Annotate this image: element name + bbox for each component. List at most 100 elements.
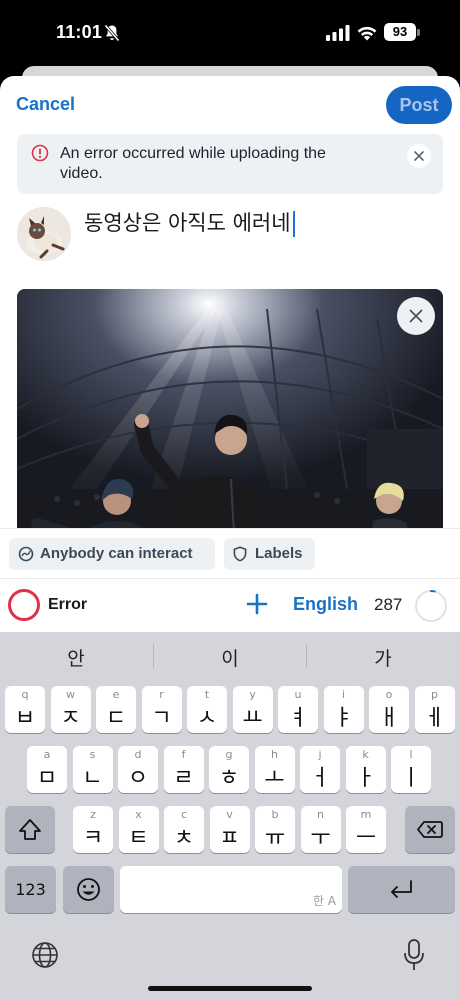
- key-label: ㅇ: [127, 766, 149, 791]
- key-label: ㅂ: [14, 706, 36, 731]
- language-selector[interactable]: English: [293, 594, 358, 615]
- key-j[interactable]: jㅓ: [300, 746, 340, 793]
- key-u[interactable]: uㅕ: [278, 686, 318, 733]
- status-bar: 11:01 93: [0, 0, 460, 66]
- labels-label: Labels: [255, 545, 303, 562]
- bell-off-icon: [104, 24, 120, 42]
- key-o[interactable]: oㅐ: [369, 686, 409, 733]
- backspace-key[interactable]: [405, 806, 455, 853]
- key-g[interactable]: gㅎ: [209, 746, 249, 793]
- return-icon: [391, 880, 412, 898]
- error-message: An error occurred while uploading the vi…: [60, 145, 326, 182]
- key-s[interactable]: sㄴ: [72, 746, 113, 793]
- interaction-settings-label: Anybody can interact: [40, 545, 193, 562]
- key-label: ㅎ: [218, 766, 240, 791]
- backspace-icon: [417, 821, 443, 838]
- post-text-input[interactable]: 동영상은 아직도 에러네: [84, 207, 295, 239]
- add-thread-post-button[interactable]: [244, 591, 270, 617]
- alert-circle-icon: [31, 144, 49, 162]
- key-label: ㅠ: [264, 826, 286, 851]
- key-p[interactable]: pㅔ: [414, 686, 455, 733]
- key-w[interactable]: wㅈ: [50, 686, 91, 733]
- post-button[interactable]: Post: [386, 86, 452, 124]
- error-status-icon: [8, 589, 40, 621]
- remove-media-button[interactable]: [397, 297, 435, 335]
- key-label: ㅅ: [196, 706, 218, 731]
- key-q[interactable]: qㅂ: [5, 686, 45, 733]
- space-key-hint: 한 A: [312, 894, 336, 908]
- space-key[interactable]: 한 A: [120, 866, 342, 913]
- key-h[interactable]: hㅗ: [254, 746, 295, 793]
- home-indicator: [148, 986, 312, 991]
- key-z[interactable]: zㅋ: [73, 806, 113, 853]
- key-label: ㅓ: [309, 766, 331, 791]
- text-caret: [292, 211, 295, 237]
- key-label: ㅡ: [355, 826, 377, 851]
- microphone-icon[interactable]: [402, 938, 426, 972]
- key-label: ㅣ: [400, 766, 422, 791]
- dismiss-error-button[interactable]: [407, 144, 431, 168]
- wifi-icon: [357, 26, 377, 41]
- shift-key[interactable]: [5, 806, 55, 853]
- key-label: ㅗ: [264, 766, 285, 791]
- shift-icon: [19, 819, 41, 840]
- key-label: ㅜ: [310, 826, 331, 851]
- compose-toolbar: Error English 287: [0, 578, 460, 632]
- status-time: 11:01: [56, 22, 103, 42]
- key-m[interactable]: mㅡ: [346, 806, 386, 853]
- numbers-key[interactable]: 123: [5, 866, 56, 913]
- key-label: ㄷ: [105, 706, 127, 731]
- key-l[interactable]: lㅣ: [391, 746, 431, 793]
- error-status-label: Error: [48, 596, 88, 613]
- key-n[interactable]: nㅜ: [300, 806, 341, 853]
- suggestion-3[interactable]: 가: [307, 644, 459, 671]
- key-c[interactable]: cㅊ: [164, 806, 204, 853]
- globe-gear-icon: [18, 546, 34, 562]
- key-r[interactable]: rㄱ: [141, 686, 182, 733]
- close-icon: [414, 151, 424, 161]
- key-y[interactable]: yㅛ: [232, 686, 273, 733]
- keyboard: 안 이 가 qㅂwㅈeㄷrㄱtㅅyㅛuㅕiㅑoㅐpㅔ aㅁsㄴdㅇfㄹgㅎhㅗjㅓ…: [0, 632, 460, 1000]
- error-banner: An error occurred while uploading the vi…: [17, 134, 443, 194]
- key-k[interactable]: kㅏ: [345, 746, 386, 793]
- key-label: ㅕ: [287, 706, 309, 731]
- shield-icon: [233, 546, 247, 562]
- key-label: ㄴ: [82, 766, 103, 791]
- post-text-value: 동영상은 아직도 에러네: [84, 211, 291, 235]
- key-x[interactable]: xㅌ: [118, 806, 159, 853]
- compose-sheet: Cancel Post An error occurred while uplo…: [0, 76, 460, 632]
- labels-button[interactable]: Labels: [224, 538, 315, 570]
- interaction-settings-button[interactable]: Anybody can interact: [9, 538, 215, 570]
- cellular-signal-icon: [326, 25, 350, 41]
- key-a[interactable]: aㅁ: [27, 746, 67, 793]
- key-label: ㅈ: [60, 706, 81, 731]
- remaining-character-count: 287: [374, 595, 403, 614]
- key-t[interactable]: tㅅ: [187, 686, 227, 733]
- key-v[interactable]: vㅍ: [209, 806, 250, 853]
- avatar[interactable]: [17, 207, 71, 261]
- key-label: ㅌ: [128, 826, 149, 851]
- return-key[interactable]: [348, 866, 455, 913]
- key-label: ㅔ: [424, 706, 445, 731]
- key-label: ㅊ: [173, 826, 195, 851]
- character-progress-ring: [415, 590, 447, 622]
- key-b[interactable]: bㅠ: [255, 806, 295, 853]
- key-label: ㅋ: [82, 826, 104, 851]
- battery-tip: [417, 29, 420, 36]
- battery-level: 93: [384, 23, 416, 41]
- key-i[interactable]: iㅑ: [323, 686, 364, 733]
- key-e[interactable]: eㄷ: [96, 686, 136, 733]
- suggestion-2[interactable]: 이: [154, 644, 306, 671]
- key-f[interactable]: fㄹ: [163, 746, 204, 793]
- key-label: ㄹ: [173, 766, 194, 791]
- globe-icon[interactable]: [30, 940, 60, 970]
- key-label: ㅁ: [36, 766, 58, 791]
- key-label: ㅏ: [355, 766, 376, 791]
- cancel-button[interactable]: Cancel: [16, 94, 75, 115]
- emoji-icon: [77, 878, 100, 901]
- key-label: ㅛ: [242, 706, 263, 731]
- cat-avatar-image: [17, 207, 71, 261]
- suggestion-1[interactable]: 안: [0, 644, 152, 671]
- key-d[interactable]: dㅇ: [118, 746, 158, 793]
- emoji-key[interactable]: [63, 866, 114, 913]
